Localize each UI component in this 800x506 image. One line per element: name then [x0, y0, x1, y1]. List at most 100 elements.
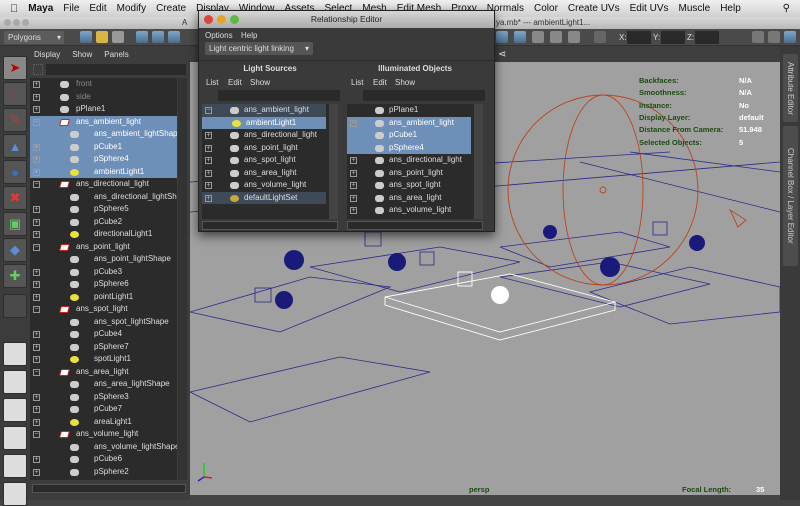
outliner-row[interactable]: − ans_point_light: [30, 241, 177, 254]
list-item[interactable]: + ans_area_light: [202, 167, 326, 180]
outliner-row[interactable]: + ambientLight1: [30, 165, 177, 178]
spotlight-search-icon[interactable]: ⚲: [783, 3, 790, 14]
outliner-row[interactable]: − ans_ambient_light: [30, 115, 177, 128]
new-scene-icon[interactable]: [80, 31, 92, 43]
scale-tool-icon[interactable]: ✖: [3, 186, 27, 210]
expand-toggle[interactable]: +: [33, 281, 40, 288]
layout-four-view-icon[interactable]: [3, 342, 27, 366]
expand-toggle[interactable]: −: [33, 306, 40, 313]
apple-icon[interactable]: : [10, 3, 18, 15]
menu-edit[interactable]: Edit: [89, 3, 106, 14]
right-vertical-scrollbar[interactable]: [474, 104, 483, 219]
list-item[interactable]: − ans_ambient_light: [202, 104, 326, 117]
list-item[interactable]: + defaultLightSet: [202, 191, 326, 204]
ipr-render-icon[interactable]: [550, 31, 562, 43]
render-view-icon[interactable]: [514, 31, 526, 43]
app-menu[interactable]: Maya: [28, 3, 53, 14]
expand-toggle[interactable]: −: [33, 431, 40, 438]
expand-toggle[interactable]: +: [33, 218, 40, 226]
expand-toggle[interactable]: −: [350, 119, 357, 127]
select-component-icon[interactable]: [168, 31, 180, 43]
expand-toggle[interactable]: +: [205, 194, 212, 202]
select-object-icon[interactable]: [152, 31, 164, 43]
outliner-row[interactable]: + spotLight1: [30, 353, 177, 366]
expand-toggle[interactable]: +: [350, 194, 357, 202]
outliner-vertical-scrollbar[interactable]: [178, 78, 187, 480]
menu-file[interactable]: File: [63, 3, 79, 14]
expand-toggle[interactable]: +: [33, 356, 40, 363]
universal-manipulator-icon[interactable]: ▣: [3, 212, 27, 236]
outliner-row[interactable]: + pCube6: [30, 453, 177, 466]
expand-toggle[interactable]: +: [33, 456, 40, 463]
expand-toggle[interactable]: +: [33, 168, 40, 176]
list-item[interactable]: pPlane1: [347, 104, 471, 117]
expand-toggle[interactable]: +: [33, 468, 40, 476]
expand-toggle[interactable]: −: [205, 107, 212, 114]
list-item[interactable]: + ans_point_light: [347, 167, 471, 180]
outliner-row[interactable]: ans_point_lightShape: [30, 253, 177, 266]
outliner-row[interactable]: + pSphere3: [30, 391, 177, 404]
left-menu-edit[interactable]: Edit: [228, 78, 242, 87]
expand-toggle[interactable]: +: [33, 331, 40, 338]
last-tool-icon[interactable]: [3, 294, 27, 318]
outliner-row[interactable]: + pSphere4: [30, 153, 177, 166]
outliner-row[interactable]: + areaLight1: [30, 416, 177, 429]
outliner-row[interactable]: + pSphere5: [30, 203, 177, 216]
outliner-row[interactable]: + pointLight1: [30, 291, 177, 304]
menu-options[interactable]: Options: [205, 31, 233, 40]
expand-toggle[interactable]: −: [33, 243, 40, 251]
outliner-row[interactable]: + pCube1: [30, 140, 177, 153]
expand-toggle[interactable]: −: [33, 118, 40, 126]
menu-help[interactable]: Help: [241, 31, 257, 40]
tool-settings-toggle-icon[interactable]: [768, 31, 780, 43]
expand-toggle[interactable]: +: [205, 157, 212, 164]
close-button[interactable]: [204, 15, 213, 24]
list-item[interactable]: + ans_directional_light: [202, 129, 326, 142]
outliner-menu-panels[interactable]: Panels: [104, 50, 128, 59]
outliner-search-input[interactable]: [46, 64, 186, 75]
left-vertical-scrollbar[interactable]: [329, 104, 338, 219]
y-field[interactable]: [661, 31, 685, 44]
render-icon[interactable]: [532, 31, 544, 43]
outliner-row[interactable]: ans_ambient_lightShape: [30, 128, 177, 141]
soft-mod-tool-icon[interactable]: ◆: [3, 238, 27, 262]
paint-select-tool-icon[interactable]: ✎: [3, 108, 27, 132]
expand-toggle[interactable]: +: [33, 156, 40, 163]
expand-toggle[interactable]: +: [350, 157, 357, 164]
outliner-row[interactable]: + pSphere6: [30, 278, 177, 291]
expand-toggle[interactable]: +: [205, 132, 212, 139]
outliner-row[interactable]: − ans_area_light: [30, 366, 177, 379]
outliner-menu-display[interactable]: Display: [34, 50, 60, 59]
list-item[interactable]: pSphere4: [347, 141, 471, 154]
channel-box-toggle-icon[interactable]: [784, 31, 796, 43]
expand-toggle[interactable]: +: [33, 206, 40, 213]
left-list[interactable]: − ans_ambient_light ambientLight1 + ans_dire…: [202, 104, 338, 219]
zoom-button[interactable]: [230, 15, 239, 24]
outliner-horizontal-scrollbar[interactable]: [32, 484, 186, 493]
filter-icon[interactable]: [33, 64, 43, 75]
tab-channel-box[interactable]: Channel Box / Layer Editor: [783, 126, 798, 266]
right-horizontal-scrollbar[interactable]: [347, 221, 483, 230]
z-field[interactable]: [695, 31, 719, 44]
right-menu-edit[interactable]: Edit: [373, 78, 387, 87]
attribute-editor-toggle-icon[interactable]: [752, 31, 764, 43]
select-tool-icon[interactable]: ➤: [3, 56, 27, 80]
left-menu-show[interactable]: Show: [250, 78, 270, 87]
outliner-row[interactable]: + pCube4: [30, 328, 177, 341]
list-item[interactable]: + ans_area_light: [347, 192, 471, 205]
expand-toggle[interactable]: +: [33, 343, 40, 351]
zoom-button[interactable]: [22, 19, 29, 26]
menu-create-uvs[interactable]: Create UVs: [568, 3, 620, 14]
share-icon[interactable]: ⋖: [498, 49, 506, 60]
layout-graph-editor-icon[interactable]: [3, 482, 27, 506]
outliner-row[interactable]: + pCube7: [30, 403, 177, 416]
menu-color[interactable]: Color: [534, 3, 558, 14]
outliner-row[interactable]: + pCube3: [30, 266, 177, 279]
list-item[interactable]: + ans_volume_light: [202, 179, 326, 192]
minimize-button[interactable]: [13, 19, 20, 26]
lasso-tool-icon[interactable]: ◌: [3, 82, 27, 106]
expand-toggle[interactable]: +: [33, 418, 40, 426]
outliner-row[interactable]: + pSphere7: [30, 341, 177, 354]
move-tool-icon[interactable]: ▲: [3, 134, 27, 158]
menu-edit-uvs[interactable]: Edit UVs: [630, 3, 669, 14]
